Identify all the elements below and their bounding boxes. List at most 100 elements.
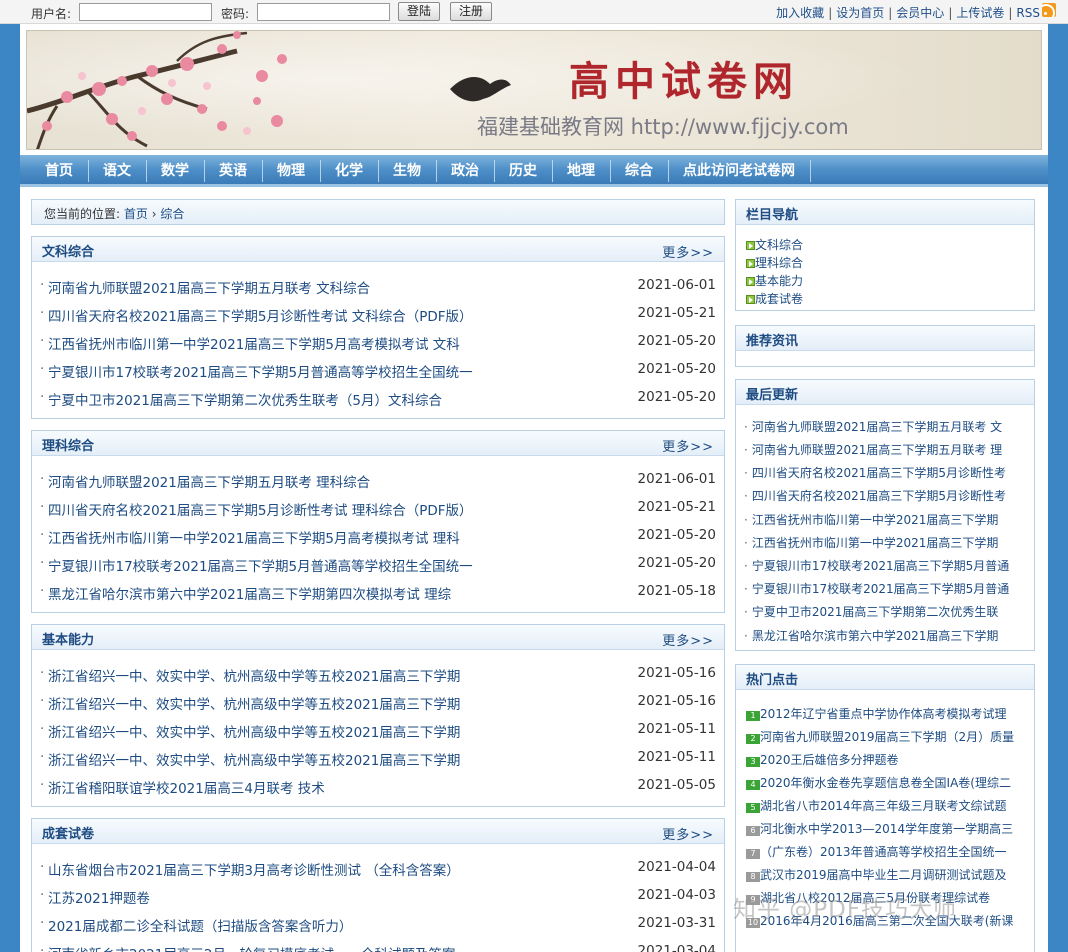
- nav-old-site[interactable]: 点此访问老试卷网: [668, 155, 810, 187]
- list-item[interactable]: 4 2020年衡水金卷先享题信息卷全国IA卷(理综二: [746, 774, 1011, 791]
- list-item: · 河南省九师联盟2021届高三下学期五月联考 文科综合 2021-06-01: [40, 277, 716, 297]
- sidebar-item-basic-ability[interactable]: 基本能力: [746, 272, 803, 289]
- register-button[interactable]: 注册: [450, 2, 492, 21]
- nav-biology[interactable]: 生物: [378, 155, 436, 187]
- sidebar-title: 最后更新: [746, 388, 799, 403]
- list-item[interactable]: 10 2016年4月2016届高三第二次全国大联考(新课: [746, 912, 1013, 929]
- article-date: 2021-06-01: [637, 277, 716, 293]
- more-link[interactable]: 更多>>: [662, 242, 714, 261]
- site-subtitle: 福建基础教育网 http://www.fjjcjy.com: [477, 115, 849, 139]
- list-item[interactable]: · 江西省抚州市临川第一中学2021届高三下学期: [744, 534, 998, 551]
- article-link[interactable]: 黑龙江省哈尔滨市第六中学2021届高三下学期第四次模拟考试 理综: [48, 583, 451, 603]
- sidebar-title: 热门点击: [746, 673, 799, 688]
- list-item[interactable]: 3 2020王后雄倍多分押题卷: [746, 751, 899, 768]
- nav-chinese[interactable]: 语文: [88, 155, 146, 187]
- article-link[interactable]: 河南省九师联盟2021届高三下学期五月联考 理科综合: [48, 471, 370, 491]
- nav-chemistry[interactable]: 化学: [320, 155, 378, 187]
- rss-icon[interactable]: [1042, 3, 1056, 17]
- list-item[interactable]: 9 湖北省八校2012届高三5月份联考理综试卷: [746, 889, 990, 906]
- list-item[interactable]: 7 （广东卷）2013年普通高等学校招生全国统一: [746, 843, 1007, 860]
- list-item[interactable]: · 宁夏银川市17校联考2021届高三下学期5月普通: [744, 580, 1009, 597]
- list-item: · 宁夏银川市17校联考2021届高三下学期5月普通高等学校招生全国统一 2021-…: [40, 555, 716, 575]
- breadcrumb-current[interactable]: 综合: [160, 207, 184, 221]
- list-item[interactable]: 1 2012年辽宁省重点中学协作体高考模拟考试理: [746, 705, 1007, 722]
- article-date: 2021-05-18: [637, 583, 716, 599]
- list-item[interactable]: · 四川省天府名校2021届高三下学期5月诊断性考: [744, 464, 1006, 481]
- list-item[interactable]: 6 河北衡水中学2013—2014学年度第一学期高三: [746, 820, 1013, 837]
- sidebar-latest-updates: 最后更新 · 河南省九师联盟2021届高三下学期五月联考 文 · 河南省九师联盟20…: [735, 379, 1035, 651]
- more-link[interactable]: 更多>>: [662, 436, 714, 455]
- more-link[interactable]: 更多>>: [662, 630, 714, 649]
- breadcrumb-home[interactable]: 首页: [124, 207, 148, 221]
- article-link[interactable]: 浙江省绍兴一中、效实中学、杭州高级中学等五校2021届高三下学期: [48, 693, 460, 713]
- username-input[interactable]: [79, 3, 212, 21]
- password-input[interactable]: [257, 3, 390, 21]
- sidebar-title: 栏目导航: [746, 208, 799, 223]
- list-item[interactable]: 5 湖北省八市2014年高三年级三月联考文综试题: [746, 797, 1007, 814]
- nav-comprehensive[interactable]: 综合: [610, 155, 668, 187]
- list-item[interactable]: · 宁夏银川市17校联考2021届高三下学期5月普通: [744, 557, 1009, 574]
- nav-physics[interactable]: 物理: [262, 155, 320, 187]
- list-item[interactable]: · 宁夏中卫市2021届高三下学期第二次优秀生联: [744, 603, 998, 620]
- article-link[interactable]: 2021届成都二诊全科试题（扫描版含答案含听力）: [48, 915, 352, 935]
- article-link[interactable]: 宁夏银川市17校联考2021届高三下学期5月普通高等学校招生全国统一: [48, 555, 473, 575]
- article-date: 2021-05-11: [637, 721, 716, 737]
- article-date: 2021-04-04: [637, 859, 716, 875]
- article-link[interactable]: 浙江省绍兴一中、效实中学、杭州高级中学等五校2021届高三下学期: [48, 721, 460, 741]
- main-nav: 首页 语文 数学 英语 物理 化学 生物 政治 历史 地理 综合 点此访问老试卷…: [20, 155, 1048, 187]
- article-link[interactable]: 浙江省绍兴一中、效实中学、杭州高级中学等五校2021届高三下学期: [48, 749, 460, 769]
- list-item[interactable]: · 江西省抚州市临川第一中学2021届高三下学期: [744, 511, 998, 528]
- nav-politics[interactable]: 政治: [436, 155, 494, 187]
- article-link[interactable]: 四川省天府名校2021届高三下学期5月诊断性考试 理科综合（PDF版）: [48, 499, 473, 519]
- article-link[interactable]: 浙江省绍兴一中、效实中学、杭州高级中学等五校2021届高三下学期: [48, 665, 460, 685]
- rank-badge: 2: [746, 734, 760, 744]
- list-item[interactable]: 2 河南省九师联盟2019届高三下学期（2月）质量: [746, 728, 1014, 745]
- member-center-link[interactable]: 会员中心: [896, 6, 944, 20]
- article-link[interactable]: 四川省天府名校2021届高三下学期5月诊断性考试 文科综合（PDF版）: [48, 305, 473, 325]
- rank-badge: 6: [746, 826, 760, 836]
- list-item: · 河南省九师联盟2021届高三下学期五月联考 理科综合 2021-06-01: [40, 471, 716, 491]
- section-liberal-arts: 文科综合 更多>> · 河南省九师联盟2021届高三下学期五月联考 文科综合 202…: [31, 236, 725, 419]
- article-link[interactable]: 江西省抚州市临川第一中学2021届高三下学期5月高考模拟考试 理科: [48, 527, 460, 547]
- article-date: 2021-05-16: [637, 665, 716, 681]
- site-banner: 高中试卷网 福建基础教育网 http://www.fjjcjy.com: [26, 30, 1042, 150]
- arrow-icon: [746, 259, 755, 268]
- section-science: 理科综合 更多>> · 河南省九师联盟2021届高三下学期五月联考 理科综合 202…: [31, 430, 725, 613]
- nav-english[interactable]: 英语: [204, 155, 262, 187]
- add-favorite-link[interactable]: 加入收藏: [776, 6, 824, 20]
- list-item: · 浙江省绍兴一中、效实中学、杭州高级中学等五校2021届高三下学期 2021-05…: [40, 749, 716, 769]
- list-item[interactable]: 8 武汉市2019届高中毕业生二月调研测试试题及: [746, 866, 1007, 883]
- section-full-sets: 成套试卷 更多>> · 山东省烟台市2021届高三下学期3月高考诊断性测试 （全科…: [31, 818, 725, 952]
- upload-paper-link[interactable]: 上传试卷: [956, 6, 1004, 20]
- sidebar-recommended: 推荐资讯: [735, 325, 1035, 367]
- sidebar-item-science[interactable]: 理科综合: [746, 254, 803, 271]
- article-link[interactable]: 山东省烟台市2021届高三下学期3月高考诊断性测试 （全科含答案）: [48, 859, 460, 879]
- list-item[interactable]: · 河南省九师联盟2021届高三下学期五月联考 理: [744, 441, 1002, 458]
- nav-geography[interactable]: 地理: [552, 155, 610, 187]
- set-homepage-link[interactable]: 设为首页: [836, 6, 884, 20]
- more-link[interactable]: 更多>>: [662, 824, 714, 843]
- nav-history[interactable]: 历史: [494, 155, 552, 187]
- article-link[interactable]: 河南省九师联盟2021届高三下学期五月联考 文科综合: [48, 277, 370, 297]
- login-button[interactable]: 登陆: [398, 2, 440, 21]
- article-date: 2021-05-20: [637, 361, 716, 377]
- list-item[interactable]: · 四川省天府名校2021届高三下学期5月诊断性考: [744, 487, 1006, 504]
- arrow-icon: [746, 277, 755, 286]
- sidebar-category-nav: 栏目导航 文科综合 理科综合 基本能力 成套试卷: [735, 199, 1035, 311]
- rank-badge: 1: [746, 711, 760, 721]
- sidebar-item-liberal-arts[interactable]: 文科综合: [746, 236, 803, 253]
- article-link[interactable]: 浙江省稽阳联谊学校2021届高三4月联考 技术: [48, 777, 325, 797]
- nav-math[interactable]: 数学: [146, 155, 204, 187]
- rss-link[interactable]: RSS: [1016, 6, 1040, 20]
- list-item[interactable]: · 黑龙江省哈尔滨市第六中学2021届高三下学期: [744, 627, 998, 644]
- article-link[interactable]: 江苏2021押题卷: [48, 887, 150, 907]
- nav-home[interactable]: 首页: [30, 155, 88, 187]
- article-link[interactable]: 河南省新乡市2021届高三2月一轮复习摸底考试——全科试题及答案: [48, 943, 455, 952]
- article-link[interactable]: 宁夏中卫市2021届高三下学期第二次优秀生联考（5月）文科综合: [48, 389, 442, 409]
- article-link[interactable]: 宁夏银川市17校联考2021届高三下学期5月普通高等学校招生全国统一: [48, 361, 473, 381]
- section-basic-ability: 基本能力 更多>> · 浙江省绍兴一中、效实中学、杭州高级中学等五校2021届高三…: [31, 624, 725, 807]
- list-item[interactable]: · 河南省九师联盟2021届高三下学期五月联考 文: [744, 418, 1002, 435]
- rank-badge: 7: [746, 849, 760, 859]
- article-link[interactable]: 江西省抚州市临川第一中学2021届高三下学期5月高考模拟考试 文科: [48, 333, 460, 353]
- sidebar-item-full-sets[interactable]: 成套试卷: [746, 290, 803, 307]
